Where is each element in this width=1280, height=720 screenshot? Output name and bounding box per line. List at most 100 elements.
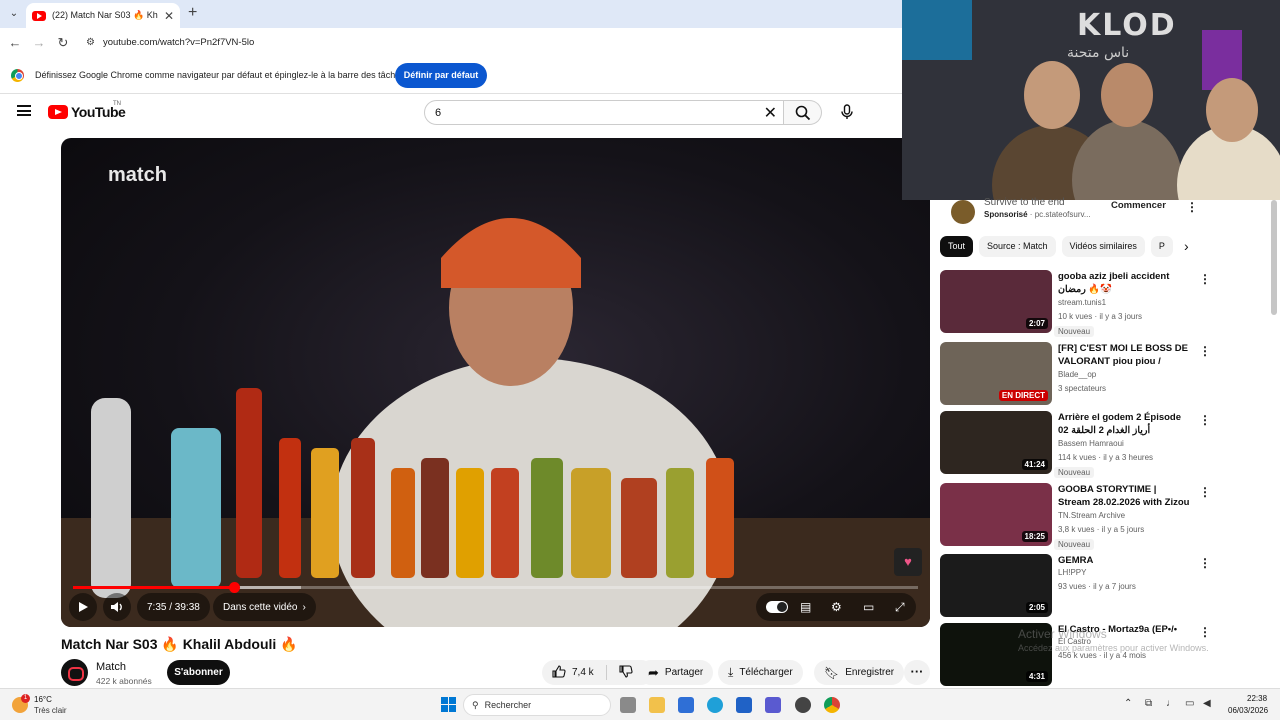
recommended-video-title[interactable]: [FR] C'EST MOI LE BOSS DE VALORANT piou … [1058, 342, 1190, 369]
ad-cta-button[interactable]: Commencer [1111, 200, 1166, 211]
recommended-meta: 114 k vues · il y a 3 heures [1058, 453, 1154, 462]
recommended-more-icon[interactable]: ⋮ [1199, 485, 1211, 499]
sponsored-ad[interactable]: Survive to the end Sponsorisé · pc.state… [940, 197, 1210, 228]
file-explorer-icon[interactable] [649, 697, 665, 713]
recommended-video[interactable]: EN DIRECT [FR] C'EST MOI LE BOSS DE VALOR… [940, 342, 1211, 406]
mail-icon[interactable] [736, 697, 752, 713]
theater-mode-icon[interactable]: ▭ [863, 600, 874, 614]
chip-similar[interactable]: Vidéos similaires [1061, 236, 1145, 257]
reload-icon[interactable]: ↻ [51, 35, 75, 51]
chrome-taskbar-icon[interactable] [824, 697, 840, 713]
recommended-more-icon[interactable]: ⋮ [1199, 272, 1211, 286]
recommended-video-title[interactable]: GEMRA [1058, 554, 1190, 567]
edge-icon[interactable] [707, 697, 723, 713]
play-button[interactable] [69, 593, 97, 621]
set-default-button[interactable]: Définir par défaut [395, 63, 487, 88]
recommended-video-title[interactable]: GOOBA STORYTIME | Stream 28.02.2026 with… [1058, 483, 1190, 509]
video-thumbnail[interactable]: 41:24 [940, 411, 1052, 474]
tray-chevron-icon[interactable]: ⌃ [1124, 698, 1132, 709]
chip-more[interactable]: P [1150, 236, 1173, 257]
forward-arrow-icon[interactable]: → [27, 35, 51, 50]
recommended-video[interactable]: 18:25 GOOBA STORYTIME | Stream 28.02.2026… [940, 483, 1211, 550]
search-icon [795, 105, 810, 121]
recommended-more-icon[interactable]: ⋮ [1199, 556, 1211, 570]
recommended-video-title[interactable]: gooba aziz jbeli accident رمضان 🔥🤡 [1058, 270, 1190, 296]
browser-tab[interactable]: (22) Match Nar S03 🔥 Khalil A ✕ [26, 3, 180, 28]
site-info-icon[interactable]: ⚙ [86, 37, 95, 48]
channel-name[interactable]: Match [96, 661, 126, 673]
like-count: 7,4 k [572, 667, 594, 678]
url-text: youtube.com/watch?v=Pn2f7VN-5lo [102, 37, 255, 48]
save-button[interactable]: 🔖︎ Enregistrer [814, 660, 905, 685]
search-input[interactable]: 6 ✕ [424, 100, 784, 125]
share-button[interactable]: ➦ Partager [638, 660, 714, 685]
recommended-more-icon[interactable]: ⋮ [1199, 625, 1211, 639]
sidebar-scrollbar[interactable] [1271, 200, 1277, 315]
video-thumbnail[interactable]: 18:25 [940, 483, 1052, 546]
teams-icon[interactable] [765, 697, 781, 713]
chip-all[interactable]: Tout [940, 236, 974, 257]
tab-title: (22) Match Nar S03 🔥 Khalil A [52, 10, 158, 20]
chip-source[interactable]: Source : Match [979, 236, 1056, 257]
channel-branding-icon[interactable]: ♥ [894, 548, 922, 576]
microphone-tray-icon[interactable]: ♩ [1166, 698, 1176, 709]
ad-domain: pc.stateofsurv... [1034, 210, 1091, 219]
recommended-video[interactable]: 2:05 GEMRA LH!PPY 93 vues · il y a 7 jours ⋮ [940, 554, 1211, 618]
video-thumbnail[interactable]: 2:07 [940, 270, 1052, 333]
new-tab-icon[interactable]: + [188, 4, 197, 22]
menu-icon[interactable] [17, 105, 31, 116]
task-view-icon[interactable] [620, 697, 636, 713]
fullscreen-icon[interactable]: ⤢ [895, 600, 905, 615]
recommended-more-icon[interactable]: ⋮ [1199, 413, 1211, 427]
back-arrow-icon[interactable]: ← [3, 35, 27, 50]
weather-description: Très clair [34, 706, 67, 715]
download-button[interactable]: ⤓ Télécharger [718, 660, 803, 685]
settings-gear-icon[interactable]: ⚙ [831, 600, 842, 614]
video-thumbnail[interactable]: EN DIRECT [940, 342, 1052, 405]
dislike-button[interactable] [619, 664, 633, 681]
new-badge: Nouveau [1054, 326, 1095, 337]
progress-bar[interactable] [73, 582, 918, 593]
volume-button[interactable] [103, 593, 131, 621]
ad-meta: Sponsorisé · pc.stateofsurv... [984, 210, 1091, 219]
recommended-more-icon[interactable]: ⋮ [1199, 344, 1211, 358]
taskbar-search[interactable]: ⚲ Rechercher [463, 694, 611, 716]
recommended-video[interactable]: 41:24 Arrière el godem 2 Épisode 02 أرياز… [940, 411, 1211, 478]
clock-time[interactable]: 22:38 [1247, 694, 1267, 703]
player-right-controls: ▤ ⚙ ▭ ⤢ [756, 593, 916, 621]
live-badge: EN DIRECT [998, 390, 1048, 401]
ad-more-icon[interactable]: ⋮ [1186, 200, 1198, 214]
tab-search-icon[interactable]: ⌄ [4, 4, 24, 24]
tray-app-icon[interactable]: ⧉ [1145, 698, 1152, 709]
more-actions-icon[interactable]: ··· [904, 660, 930, 685]
like-button[interactable] [552, 664, 566, 681]
store-icon[interactable] [678, 697, 694, 713]
tab-close-icon[interactable]: ✕ [164, 9, 174, 23]
autoplay-toggle[interactable] [766, 601, 788, 613]
subtitles-icon[interactable]: ▤ [800, 600, 811, 614]
video-player[interactable]: match ♥ 7:35 / 39:38 Dans cette vidéo › … [61, 138, 930, 627]
channel-avatar[interactable] [61, 659, 88, 686]
start-windows-icon[interactable] [441, 697, 456, 712]
video-thumbnail[interactable]: 2:05 [940, 554, 1052, 617]
video-duration: 18:25 [1021, 531, 1048, 542]
address-bar[interactable]: ⚙ youtube.com/watch?v=Pn2f7VN-5lo [80, 31, 895, 54]
ad-sponsored: Sponsorisé [984, 210, 1028, 219]
subscribe-button[interactable]: S'abonner [167, 660, 230, 685]
recommended-video-title[interactable]: Arrière el godem 2 Épisode 02 أرياز الغد… [1058, 411, 1190, 437]
chevron-right-icon[interactable]: › [1184, 238, 1189, 254]
recommended-video[interactable]: 2:07 gooba aziz jbeli accident رمضان 🔥🤡 st… [940, 270, 1211, 337]
search-button[interactable] [784, 100, 822, 125]
voice-search-button[interactable] [834, 99, 860, 125]
network-icon[interactable]: ▭ [1185, 698, 1194, 709]
chevron-right-icon: › [302, 601, 306, 613]
clock-date[interactable]: 06/03/2026 [1228, 706, 1268, 715]
chapter-button[interactable]: Dans cette vidéo › [213, 593, 316, 621]
new-badge: Nouveau [1054, 467, 1095, 478]
country-code: TN [113, 101, 121, 107]
weather-temperature[interactable]: 16°C [34, 695, 52, 704]
speaker-icon[interactable]: ◀ [1203, 698, 1211, 709]
app-icon[interactable] [795, 697, 811, 713]
clear-search-icon[interactable]: ✕ [764, 103, 777, 123]
thumbs-down-icon [619, 664, 633, 678]
